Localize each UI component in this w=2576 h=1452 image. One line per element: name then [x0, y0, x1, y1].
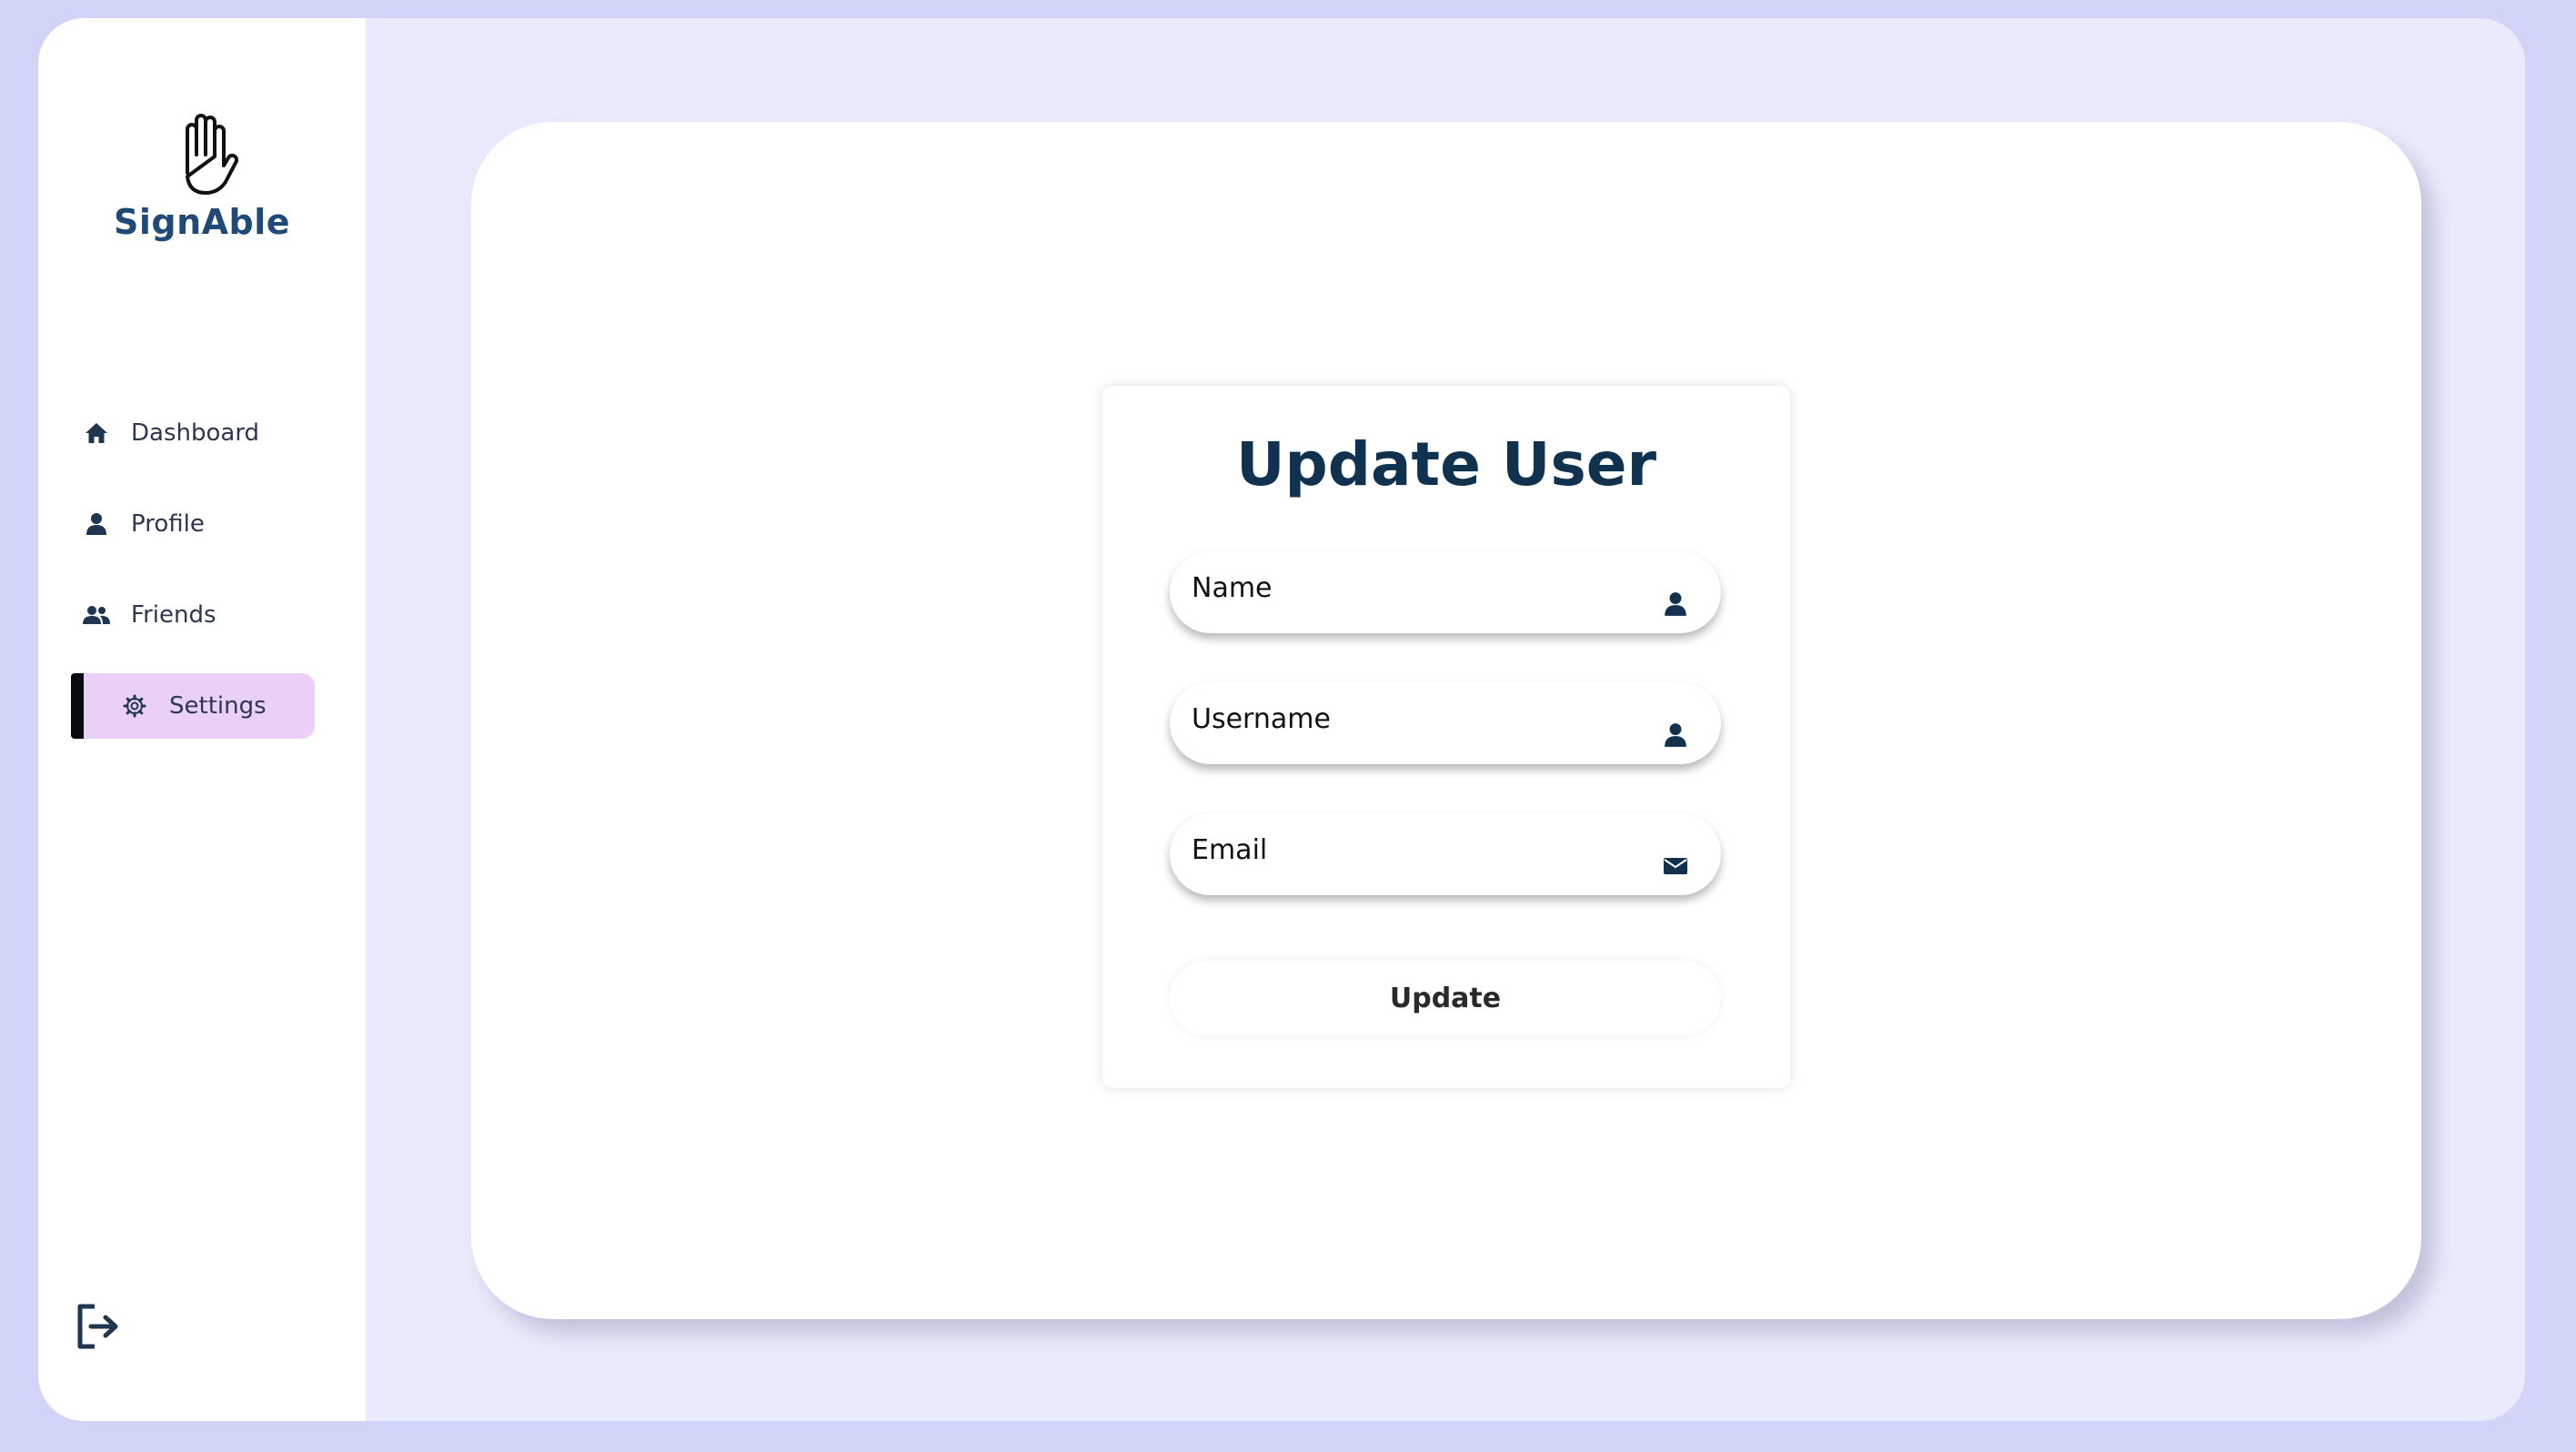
username-input[interactable]	[1190, 691, 1630, 747]
email-input[interactable]	[1190, 822, 1630, 878]
sidebar-item-profile[interactable]: Profile	[71, 491, 353, 557]
raised-hand-icon	[186, 114, 238, 195]
envelope-icon	[1664, 858, 1687, 874]
sidebar-item-dashboard[interactable]: Dashboard	[71, 400, 353, 466]
sidebar-item-label: Settings	[169, 692, 267, 720]
brand-name: SignAble	[113, 202, 291, 242]
sidebar-item-friends[interactable]: Friends	[71, 582, 353, 648]
form-title: Update User	[1235, 429, 1657, 499]
sidebar-item-label: Profile	[131, 510, 205, 538]
email-field[interactable]	[1170, 813, 1721, 895]
username-field[interactable]	[1170, 682, 1721, 764]
name-input[interactable]	[1190, 560, 1630, 616]
sidebar-nav: Dashboard Profile Friends Settings	[71, 400, 353, 764]
user-icon	[1665, 723, 1686, 747]
sidebar-item-label: Friends	[131, 601, 216, 629]
app-frame: SignAble Dashboard Profile Friends Setti…	[38, 18, 2525, 1421]
brand: SignAble	[38, 109, 366, 242]
logout-button[interactable]	[75, 1301, 122, 1352]
name-field[interactable]	[1170, 551, 1721, 633]
gear-icon	[120, 691, 149, 721]
update-user-form: Update User Update	[1102, 386, 1790, 1088]
home-icon	[82, 418, 111, 448]
users-icon	[82, 600, 111, 630]
sidebar-item-settings[interactable]: Settings	[71, 673, 315, 739]
sidebar-item-label: Dashboard	[131, 419, 260, 447]
logout-icon	[77, 1304, 118, 1349]
user-icon	[82, 509, 111, 539]
user-icon	[1665, 592, 1686, 616]
main-panel: Update User Update	[471, 122, 2421, 1319]
update-button[interactable]: Update	[1170, 961, 1721, 1035]
sidebar: SignAble Dashboard Profile Friends Setti…	[38, 18, 366, 1421]
